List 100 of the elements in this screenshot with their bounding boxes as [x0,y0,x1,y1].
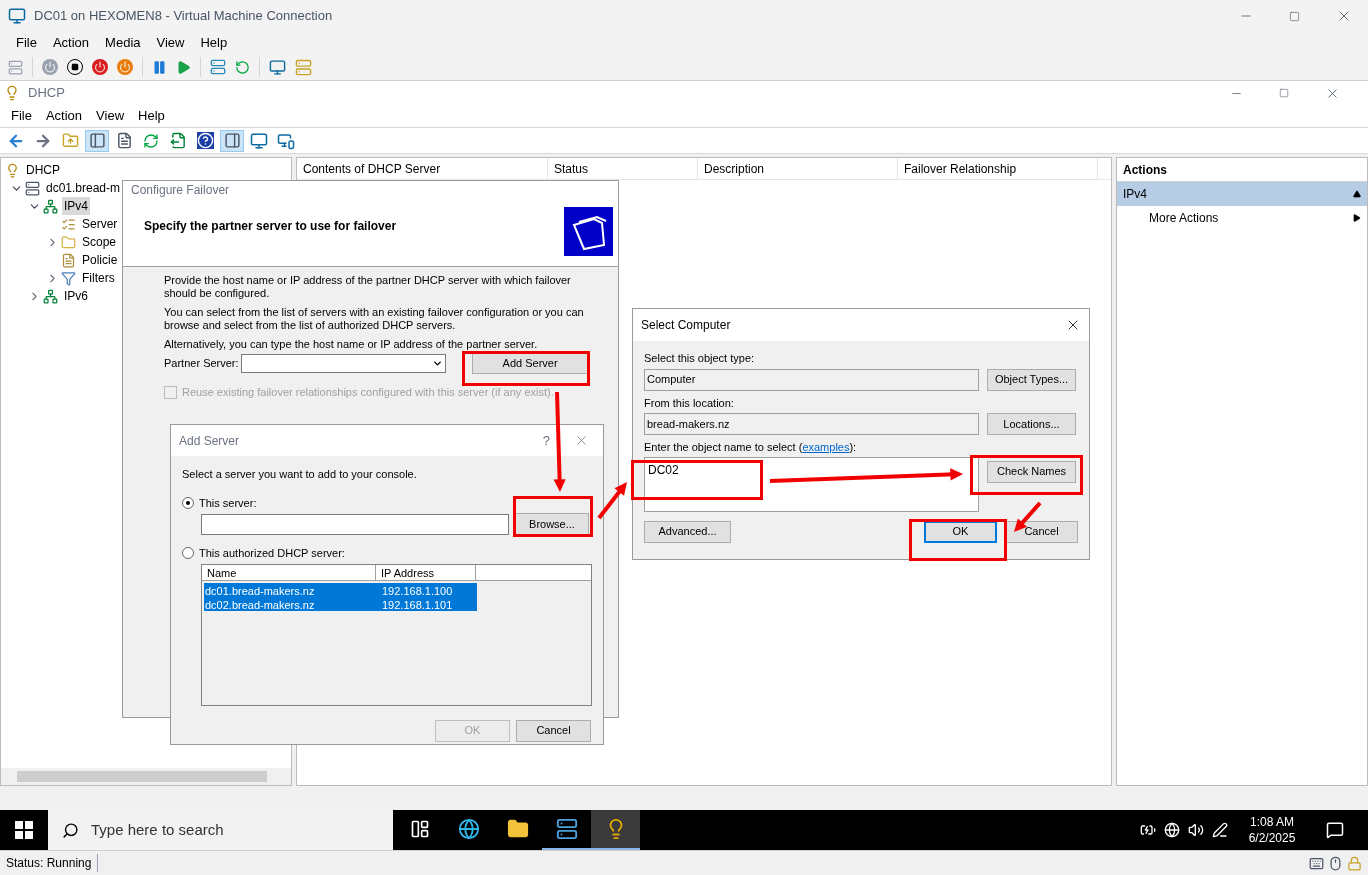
field-label: From this location: [644,395,735,411]
window-title: DHCP [28,84,65,103]
network-icon [43,288,58,304]
tree-item[interactable]: IPv4 [62,197,90,215]
examples-link[interactable]: examples [802,441,850,453]
tree-item[interactable]: IPv6 [62,287,90,305]
undo-icon[interactable] [235,59,250,75]
dialog-button[interactable]: OK [924,520,997,543]
monitor-icon[interactable] [269,58,286,76]
menu-item[interactable]: File [4,106,39,126]
tree-item[interactable]: Server [80,215,120,233]
list-icon [61,216,76,232]
folder-icon[interactable] [506,818,529,840]
table-cell-text: 192.168.1.101 [382,597,453,611]
globe-icon[interactable] [1164,822,1180,838]
instruction-text: Select a server you want to add to your console. [182,467,418,482]
search-icon [62,821,79,839]
actions-section[interactable]: IPv4 [1117,182,1367,206]
panel-button[interactable] [85,129,109,152]
tree-item[interactable]: DHCP [24,161,62,179]
dialog-button[interactable]: Object Types... [987,368,1076,391]
annotation-arrow [597,482,627,520]
power-icon[interactable] [117,59,133,75]
column-header[interactable]: Description [698,158,898,179]
dialog-title: Configure Failover [130,182,231,199]
power-icon[interactable] [92,59,108,75]
help-button[interactable]: ? [542,430,550,451]
tree-item[interactable]: Policie [80,251,120,269]
server-icon [25,180,40,196]
advanced-button[interactable]: Advanced... [644,520,731,543]
menu-item[interactable]: View [148,33,193,53]
tree-item[interactable]: Filters [80,269,117,287]
table-cell-text: 192.168.1.100 [382,583,453,597]
dialog-heading: Specify the partner server to use for failover [144,218,397,235]
menu-item[interactable]: Help [131,106,172,126]
dialog-title: Select Computer [641,317,731,334]
dialog-button[interactable]: Locations... [987,413,1076,435]
menu-item[interactable]: File [8,33,45,53]
radio-button[interactable] [182,496,194,509]
check-names-button[interactable]: Check Names [987,460,1076,483]
task-view-icon[interactable] [409,819,430,839]
radio-button[interactable] [182,547,194,560]
search-field[interactable]: Type here to search [48,810,393,850]
lock-icon [1347,855,1362,871]
tree-item[interactable]: dc01.bread-m [44,179,123,197]
menu-item[interactable]: Media [97,33,149,53]
server-icon[interactable] [210,59,226,75]
table-cell-text: dc01.bread-makers.nz [204,583,316,597]
readonly-field[interactable]: Computer [644,368,979,391]
document-icon [61,252,76,268]
dialog-button[interactable]: Cancel [1005,520,1078,543]
collapse-icon[interactable] [1353,190,1361,198]
column-header[interactable]: IP Address [376,564,476,581]
instruction-text: You can select from the list of servers with an existing failover configuration or you can browse and select from the list of authorized DHCP servers. [164,306,585,332]
dialog-title: Add Server [179,432,240,450]
pause-icon[interactable] [152,59,167,75]
bulb-icon [4,85,20,101]
battery-icon[interactable] [1140,822,1156,838]
folder-icon [61,234,76,250]
keyboard-icon [1309,855,1324,871]
server-icon[interactable] [555,818,578,840]
bulb-icon [5,162,20,178]
radio-label: This server: [199,495,257,511]
menu-item[interactable]: Action [44,33,98,53]
window-title: DC01 on HEXOMEN8 - Virtual Machine Connection [34,7,333,26]
field-label: Enter the object name to select (examples): [644,440,858,455]
partner-server-dropdown[interactable] [240,353,446,373]
play-icon[interactable] [176,59,191,75]
column-header[interactable]: Failover Relationship [898,158,1098,179]
column-header[interactable]: Status [548,158,698,179]
server-list[interactable]: Name IP Address dc01.bread-makers.nz 192.168.1.100 dc02.bread-makers.nz 192.168.1.101 [201,563,592,706]
mouse-icon [1328,855,1343,871]
notification-icon[interactable] [1326,821,1344,839]
browser-icon[interactable] [457,818,480,840]
monitor-icon [8,7,26,25]
clock-date[interactable]: 6/2/2025 [1248,830,1296,846]
section-label: IPv4 [1123,186,1147,203]
field-label: Select this object type: [644,351,756,366]
menu-item[interactable]: Action [38,106,90,126]
browse-button[interactable]: Browse... [515,513,589,535]
readonly-field[interactable]: bread-makers.nz [644,413,979,435]
server-input-field[interactable] [201,513,509,535]
network-icon [43,198,58,214]
list-row[interactable]: dc01.bread-makers.nz 192.168.1.100 [204,582,477,597]
pen-icon[interactable] [1212,822,1228,838]
column-header[interactable]: Name [202,564,376,581]
windows-logo-icon[interactable] [15,821,33,839]
panel-button[interactable] [220,129,244,152]
clock-time[interactable]: 1:08 AM [1250,814,1294,830]
object-name-field[interactable]: DC02 [644,456,979,512]
filter-icon [61,270,76,286]
scrollbar[interactable] [1,768,291,785]
menu-item[interactable]: Help [192,33,236,53]
table-cell-text: dc02.bread-makers.nz [204,597,316,611]
column-header[interactable]: Contents of DHCP Server [297,158,548,179]
dialog-button[interactable]: Cancel [516,719,591,742]
menu-item[interactable]: View [89,106,132,126]
action-item[interactable]: More Actions [1149,209,1219,227]
tree-item[interactable]: Scope [80,233,119,251]
submenu-icon [1353,214,1361,222]
